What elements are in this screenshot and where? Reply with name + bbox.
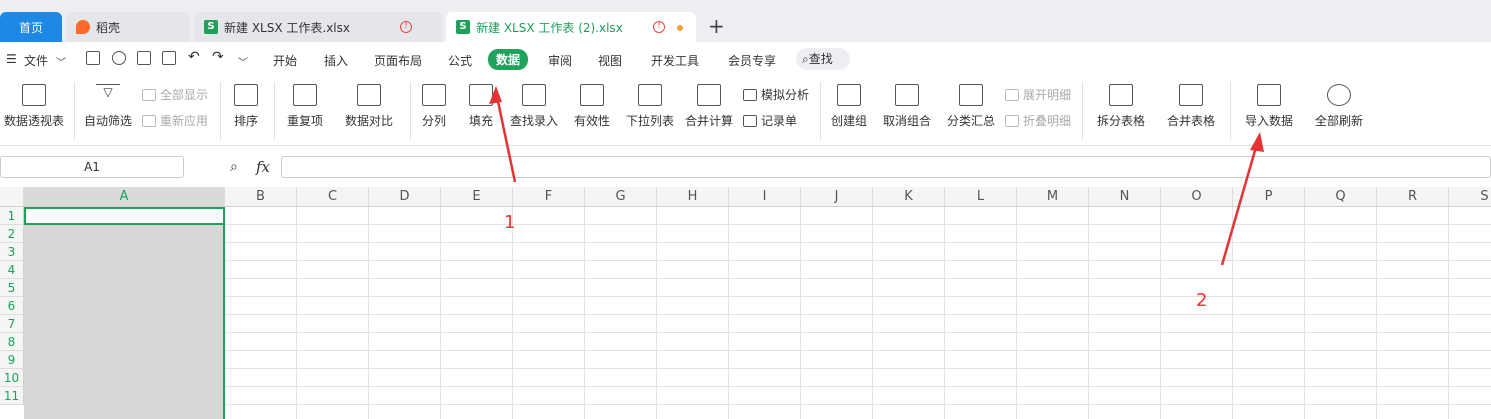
annotation-label-2: 2 xyxy=(1196,290,1208,311)
annotation-layer xyxy=(489,86,1264,266)
arrowhead-2-icon xyxy=(1250,132,1264,152)
annotation-label-1: 1 xyxy=(504,212,516,233)
arrowhead-1-icon xyxy=(489,86,502,104)
arrow-2-icon xyxy=(1220,139,1260,266)
arrow-1-icon xyxy=(494,91,517,183)
